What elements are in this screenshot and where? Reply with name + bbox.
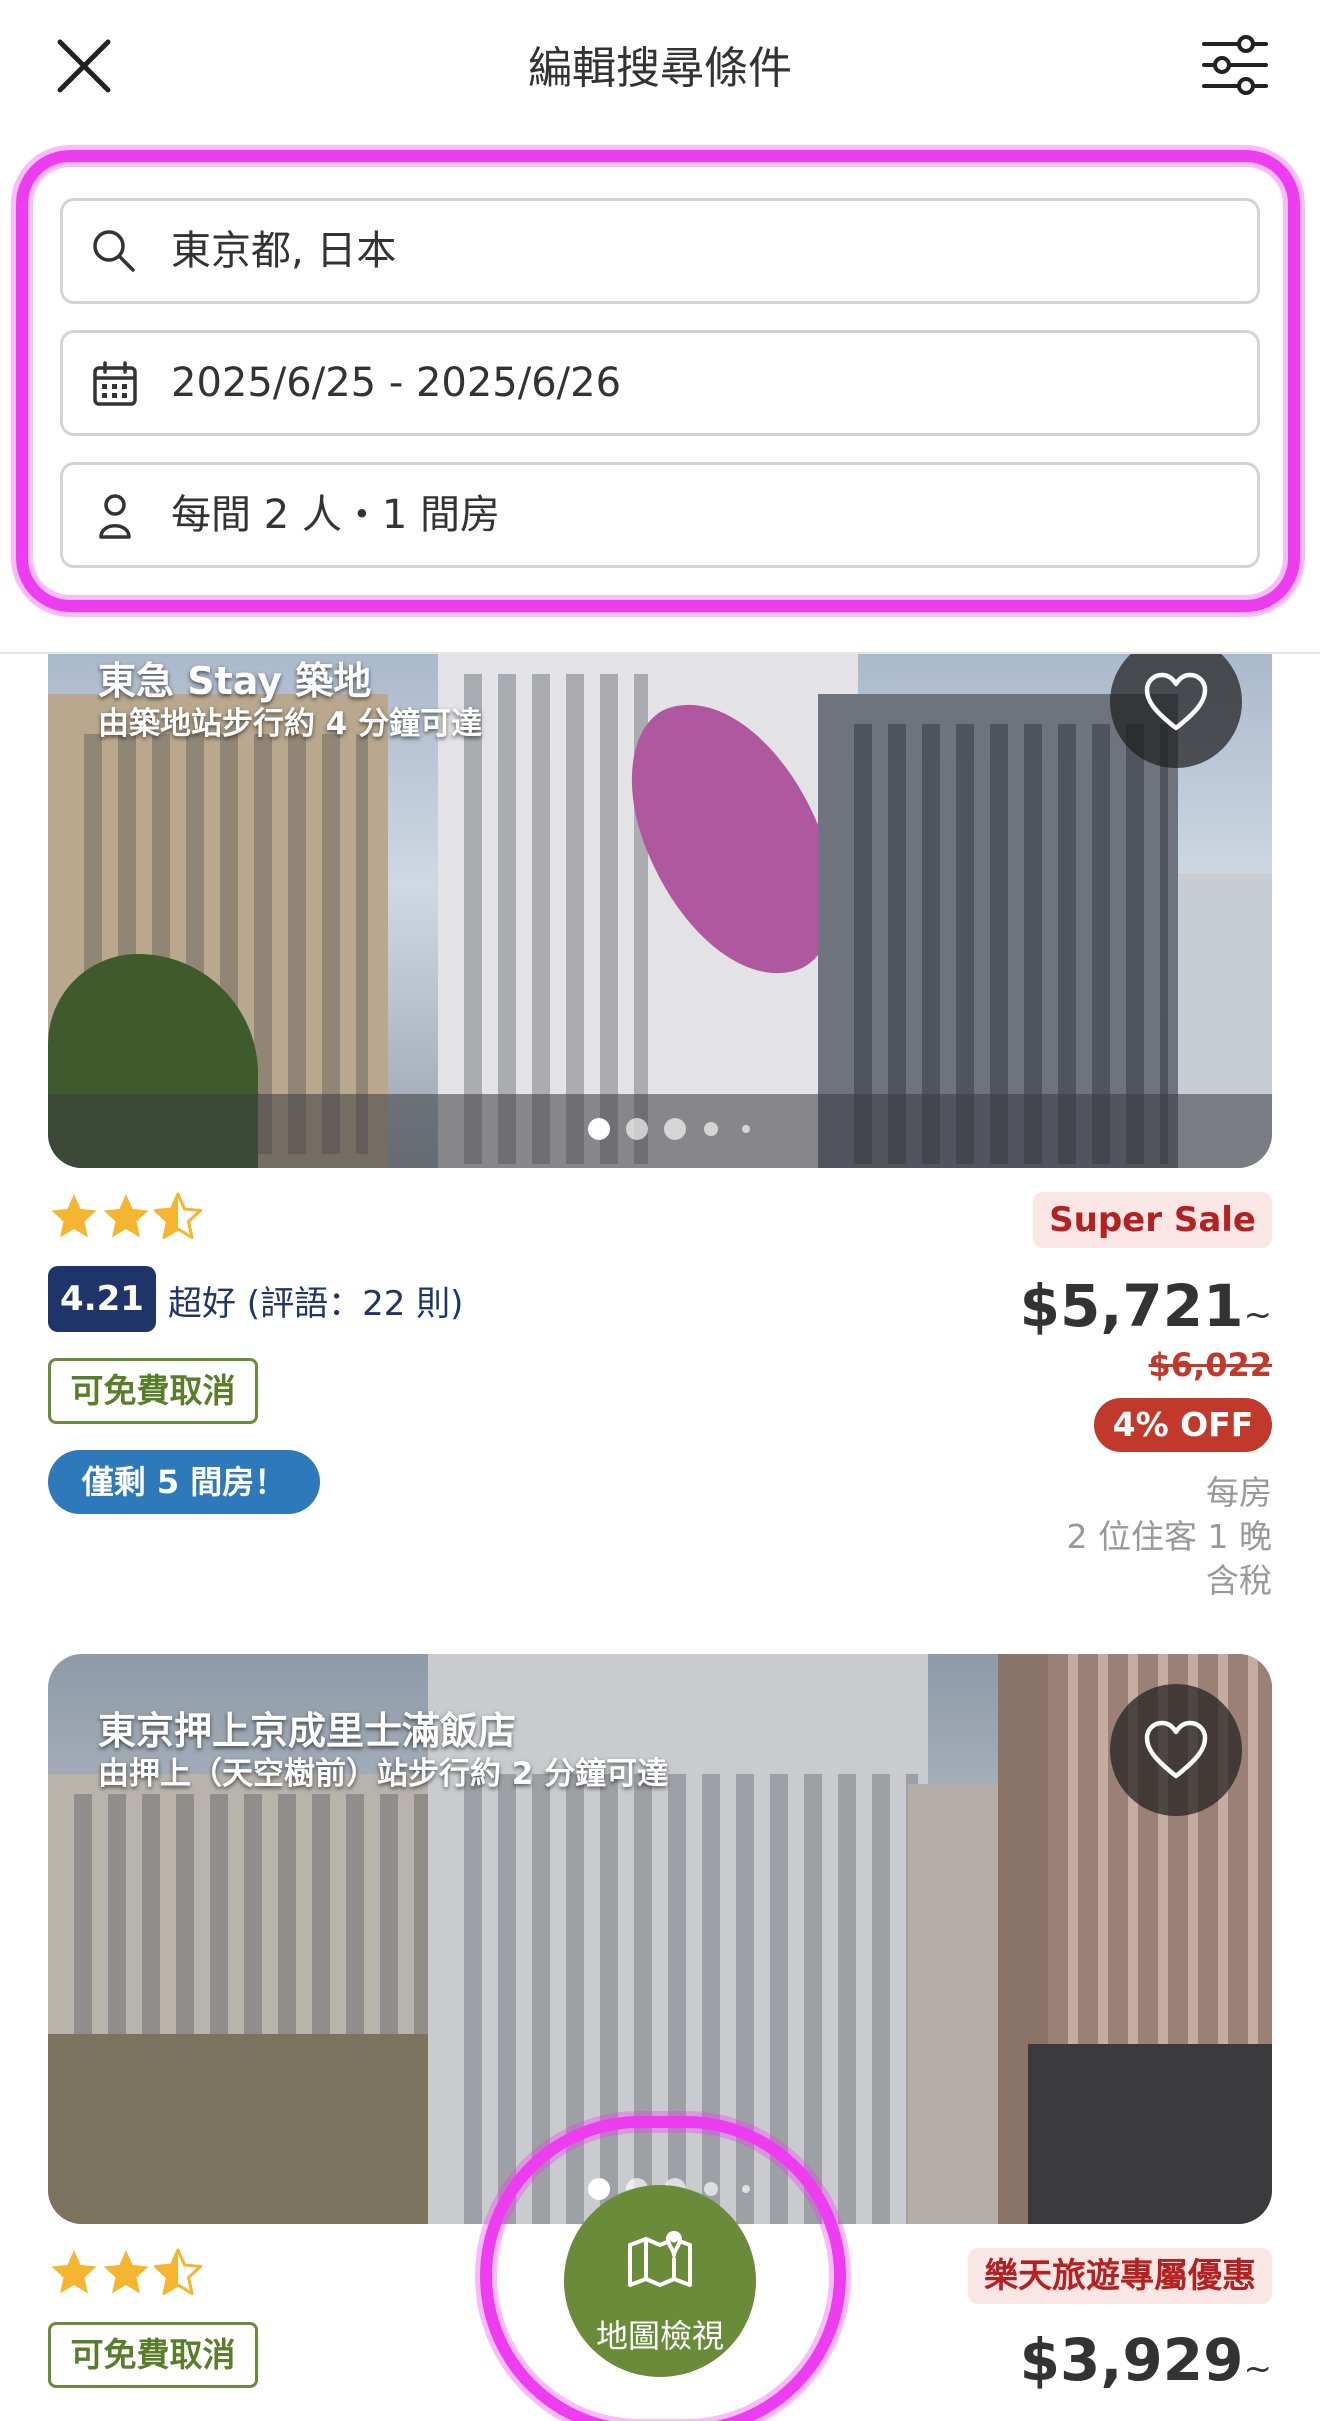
date-field[interactable]: 2025/6/25 - 2025/6/26 bbox=[60, 330, 1260, 436]
original-price: $6,022 bbox=[1148, 1346, 1272, 1384]
heart-icon bbox=[1144, 1720, 1208, 1779]
photo-pagination bbox=[48, 1114, 1272, 1144]
pagination-dot[interactable] bbox=[704, 1122, 718, 1136]
map-view-button[interactable]: 地圖檢視 bbox=[564, 2185, 756, 2377]
pagination-dot[interactable] bbox=[664, 1118, 686, 1140]
free-cancel-tag: 可免費取消 bbox=[48, 2322, 258, 2388]
sale-tag: 樂天旅遊專屬優惠 bbox=[968, 2248, 1272, 2304]
map-pin-icon bbox=[628, 2231, 692, 2287]
hotel-name: 東京押上京成里士滿飯店 bbox=[98, 1709, 517, 1753]
star-rating bbox=[48, 1190, 208, 1246]
price: $5,721~ bbox=[1020, 1272, 1272, 1340]
page-title: 編輯搜尋條件 bbox=[528, 43, 792, 94]
destination-field[interactable]: 東京都, 日本 bbox=[60, 198, 1260, 304]
sale-tag: Super Sale bbox=[1033, 1192, 1272, 1248]
guests-field[interactable]: 每間 2 人・1 間房 bbox=[60, 462, 1260, 568]
discount-badge: 4% OFF bbox=[1094, 1398, 1272, 1452]
rooms-left-badge: 僅剩 5 間房！ bbox=[48, 1450, 320, 1514]
price-suffix: ~ bbox=[1243, 2349, 1273, 2389]
person-icon bbox=[89, 490, 141, 542]
hotel-access: 由押上（天空樹前）站步行約 2 分鐘可達 bbox=[98, 1756, 669, 1792]
rating-text[interactable]: 超好 (評語：22 則) bbox=[168, 1276, 463, 1325]
price-suffix: ~ bbox=[1243, 1295, 1273, 1335]
guests-value: 每間 2 人・1 間房 bbox=[171, 492, 501, 538]
price-note-tax: 含稅 bbox=[1206, 1561, 1272, 1600]
header: 編輯搜尋條件 bbox=[0, 0, 1320, 130]
map-view-label: 地圖檢視 bbox=[595, 2317, 724, 2355]
price-note-unit: 每房 bbox=[1206, 1473, 1272, 1512]
rating-score-badge: 4.21 bbox=[48, 1266, 156, 1332]
price: $3,929~ bbox=[1020, 2326, 1272, 2394]
favorite-button[interactable] bbox=[1110, 1684, 1242, 1816]
date-value: 2025/6/25 - 2025/6/26 bbox=[171, 360, 622, 406]
price-note-guests: 2 位住客 1 晚 bbox=[1066, 1517, 1272, 1556]
heart-icon bbox=[1144, 672, 1208, 731]
calendar-icon bbox=[89, 358, 141, 410]
pagination-dot[interactable] bbox=[626, 1118, 648, 1140]
hotel-photo[interactable]: 東急 Stay 築地 由築地站步行約 4 分鐘可達 bbox=[48, 654, 1272, 1168]
star-rating bbox=[48, 2246, 208, 2302]
price-value: $5,721 bbox=[1019, 1272, 1244, 1340]
sliders-icon[interactable] bbox=[1200, 30, 1270, 100]
pagination-dot[interactable] bbox=[742, 1125, 750, 1133]
free-cancel-tag: 可免費取消 bbox=[48, 1358, 258, 1424]
price-value: $3,929 bbox=[1019, 2326, 1244, 2394]
pagination-dot[interactable] bbox=[588, 1118, 610, 1140]
search-icon bbox=[89, 226, 141, 278]
hotel-access: 由築地站步行約 4 分鐘可達 bbox=[98, 706, 483, 742]
destination-value: 東京都, 日本 bbox=[171, 228, 397, 274]
